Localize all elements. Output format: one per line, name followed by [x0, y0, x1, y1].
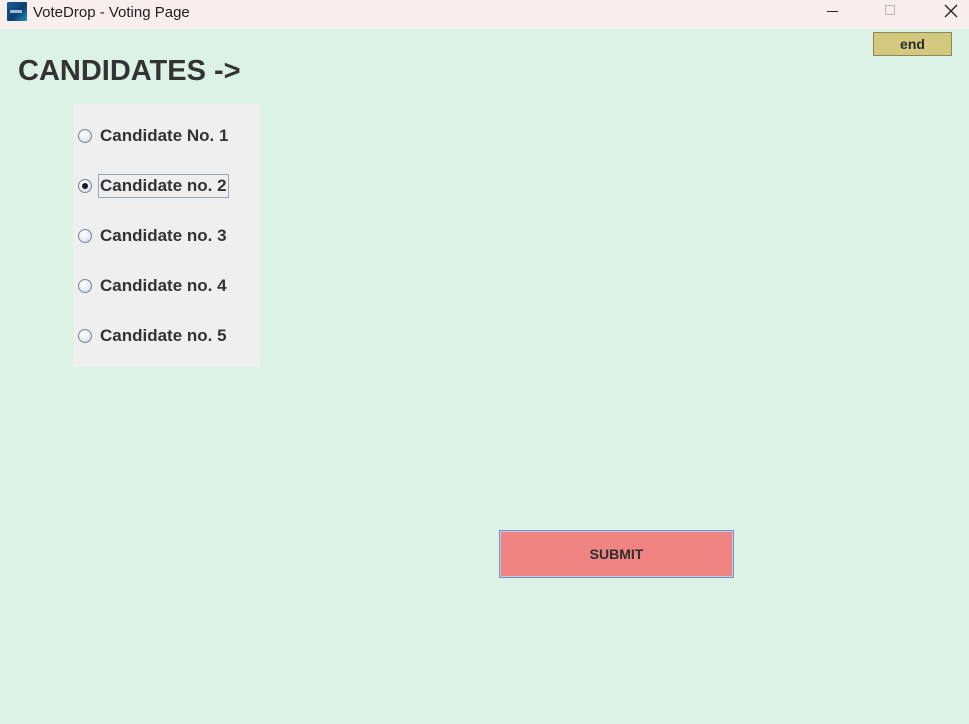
candidate-option-1[interactable]: Candidate No. 1	[73, 120, 260, 150]
radio-button[interactable]	[78, 179, 92, 193]
title-bar: VoteDrop - Voting Page	[0, 0, 969, 29]
candidate-label: Candidate no. 4	[100, 276, 227, 295]
submit-button[interactable]: SUBMIT	[499, 530, 734, 578]
candidate-option-5[interactable]: Candidate no. 5	[73, 320, 260, 350]
window-title: VoteDrop - Voting Page	[33, 4, 190, 21]
candidate-radio-group: Candidate No. 1 Candidate no. 2 Candidat…	[73, 104, 260, 367]
votedrop-app-icon	[7, 2, 27, 21]
candidate-option-4[interactable]: Candidate no. 4	[73, 270, 260, 300]
candidate-option-3[interactable]: Candidate no. 3	[73, 220, 260, 250]
candidate-label: Candidate No. 1	[100, 126, 229, 145]
minimize-button[interactable]	[810, 0, 856, 29]
candidate-label: Candidate no. 5	[100, 326, 227, 345]
radio-button[interactable]	[78, 229, 92, 243]
close-icon	[944, 4, 958, 18]
voting-page-content: end CANDIDATES -> Candidate No. 1 Candid…	[0, 29, 969, 724]
radio-button[interactable]	[78, 129, 92, 143]
candidate-label: Candidate no. 3	[100, 226, 227, 245]
maximize-button[interactable]	[867, 0, 913, 29]
candidates-heading: CANDIDATES ->	[18, 55, 241, 87]
end-button[interactable]: end	[873, 32, 952, 56]
radio-button[interactable]	[78, 279, 92, 293]
candidate-label: Candidate no. 2	[98, 174, 229, 198]
close-button[interactable]	[923, 0, 969, 29]
candidate-option-2[interactable]: Candidate no. 2	[73, 170, 260, 200]
radio-button[interactable]	[78, 329, 92, 343]
